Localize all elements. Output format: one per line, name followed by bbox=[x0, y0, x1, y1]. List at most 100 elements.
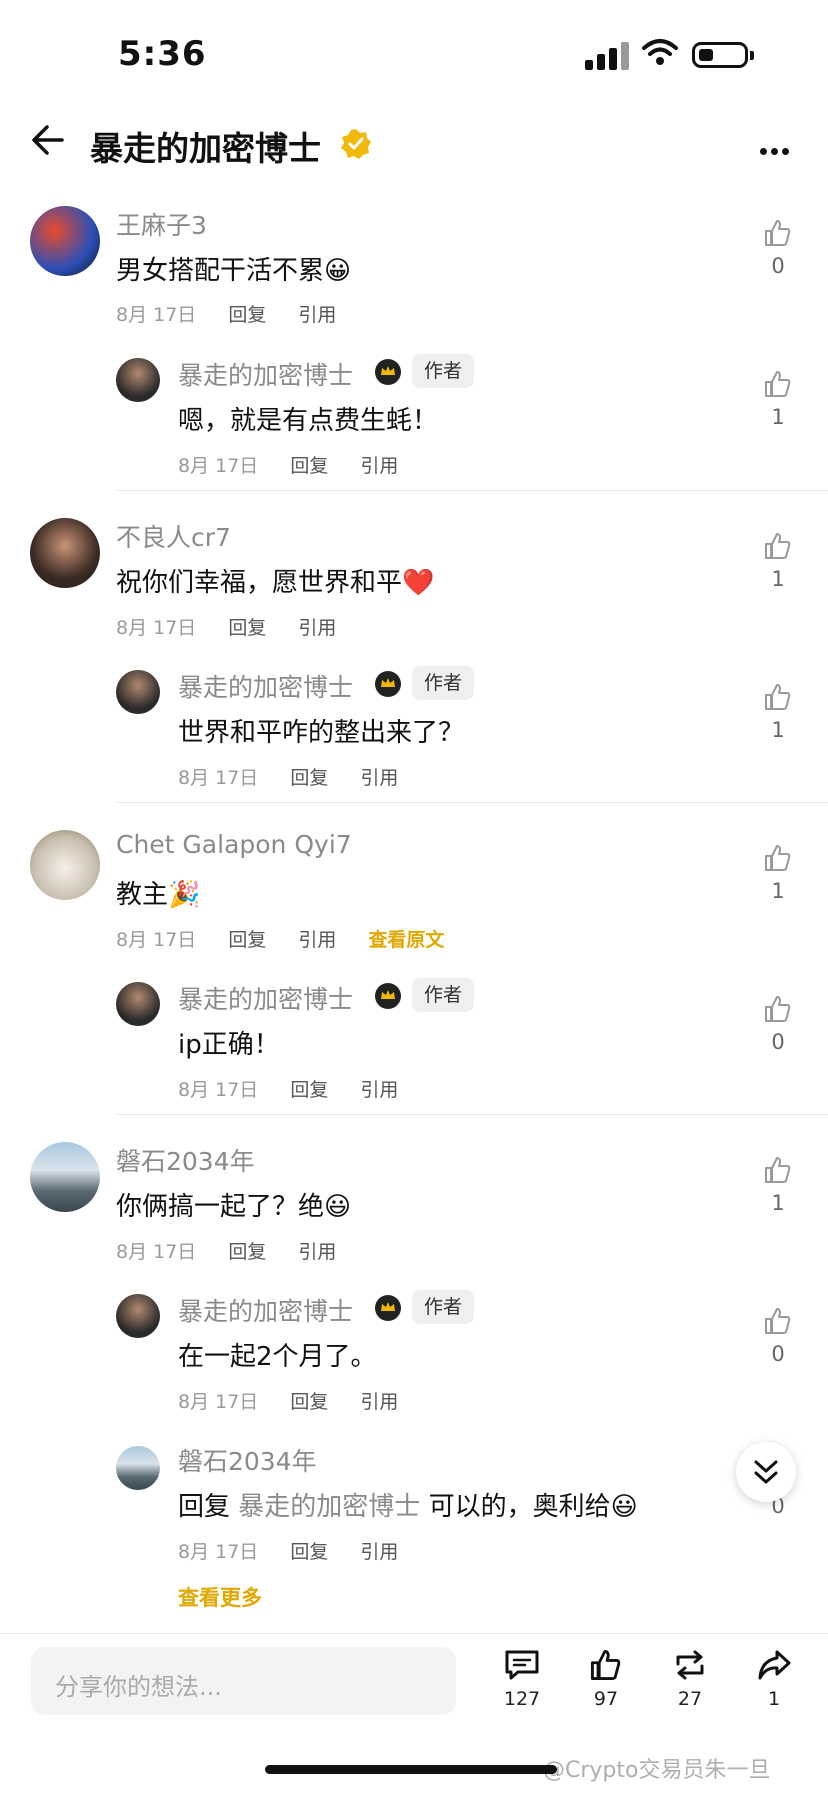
comment-date: 8月 17日 bbox=[116, 304, 197, 326]
home-indicator bbox=[265, 1765, 557, 1774]
comment-meta: 8月 17日 回复 引用 bbox=[116, 1237, 336, 1264]
reply-meta: 8月 17日 回复 引用 bbox=[178, 763, 398, 790]
avatar[interactable] bbox=[116, 1294, 160, 1338]
avatar[interactable] bbox=[30, 830, 100, 900]
avatar[interactable] bbox=[30, 518, 100, 588]
like-button[interactable]: 1 bbox=[758, 843, 798, 903]
quote-button[interactable]: 引用 bbox=[298, 929, 336, 951]
like-button[interactable]: 0 bbox=[758, 1306, 798, 1366]
comment-input-placeholder: 分享你的想法... bbox=[55, 1673, 222, 1701]
reply-date: 8月 17日 bbox=[178, 1079, 259, 1101]
quote-button[interactable]: 引用 bbox=[360, 1541, 398, 1563]
thumbs-up-icon bbox=[765, 533, 791, 559]
avatar[interactable] bbox=[116, 982, 160, 1026]
reply-button[interactable]: 回复 bbox=[290, 455, 328, 477]
comment-date: 8月 17日 bbox=[116, 929, 197, 951]
comment-date: 8月 17日 bbox=[116, 617, 197, 639]
author-tag: 作者 bbox=[412, 666, 475, 700]
avatar[interactable] bbox=[116, 358, 160, 402]
creator-badge-icon bbox=[375, 983, 401, 1009]
comment-text: 你俩搞一起了？绝😃 bbox=[116, 1192, 352, 1222]
comment-date: 8月 17日 bbox=[116, 1241, 197, 1263]
like-button[interactable]: 0 bbox=[758, 218, 798, 278]
reply-button[interactable]: 回复 bbox=[290, 1391, 328, 1413]
thumbs-up-icon bbox=[765, 220, 791, 246]
thumbs-up-icon bbox=[765, 845, 791, 871]
avatar[interactable] bbox=[30, 1142, 100, 1212]
thumbs-up-icon bbox=[765, 996, 791, 1022]
comment-username[interactable]: 磐石2034年 bbox=[116, 1142, 255, 1178]
like-count: 0 bbox=[771, 1030, 785, 1054]
reply-text: ip正确！ bbox=[178, 1030, 280, 1060]
see-more-replies-button[interactable]: 查看更多 bbox=[178, 1582, 262, 1612]
like-count: 0 bbox=[771, 254, 785, 278]
creator-badge-icon bbox=[375, 1295, 401, 1321]
like-button[interactable]: 1 bbox=[758, 1155, 798, 1215]
reply-button[interactable]: 回复 bbox=[228, 617, 266, 639]
thumbs-up-icon bbox=[765, 371, 791, 397]
like-button[interactable]: 1 bbox=[758, 531, 798, 591]
author-tag: 作者 bbox=[412, 1290, 475, 1324]
likes-count: 97 bbox=[593, 1688, 619, 1710]
quote-button[interactable]: 引用 bbox=[360, 1079, 398, 1101]
collapse-button[interactable] bbox=[736, 1442, 796, 1502]
reply-date: 8月 17日 bbox=[178, 1391, 259, 1413]
like-count: 1 bbox=[771, 879, 785, 903]
reply-button[interactable]: 回复 bbox=[290, 767, 328, 789]
creator-badge-icon bbox=[375, 359, 401, 385]
quote-button[interactable]: 引用 bbox=[298, 304, 336, 326]
quote-button[interactable]: 引用 bbox=[298, 617, 336, 639]
shares-count: 1 bbox=[767, 1688, 781, 1710]
like-button[interactable]: 0 bbox=[758, 994, 798, 1054]
header: 暴走的加密博士 bbox=[0, 100, 828, 190]
thumbs-up-icon bbox=[590, 1649, 621, 1681]
avatar[interactable] bbox=[116, 670, 160, 714]
like-count: 1 bbox=[771, 405, 785, 429]
reply-button[interactable]: 回复 bbox=[228, 1241, 266, 1263]
repost-icon bbox=[676, 1650, 704, 1680]
quote-button[interactable]: 引用 bbox=[360, 455, 398, 477]
reply-button[interactable]: 回复 bbox=[290, 1079, 328, 1101]
avatar[interactable] bbox=[30, 206, 100, 276]
reply-username[interactable]: 暴走的加密博士 bbox=[178, 668, 353, 704]
reply-text: 回复 暴走的加密博士 可以的，奥利给😃 bbox=[178, 1486, 638, 1523]
comment-icon bbox=[505, 1650, 539, 1680]
comment-text: 男女搭配干活不累😀 bbox=[116, 256, 352, 286]
reposts-count: 27 bbox=[677, 1688, 703, 1710]
reply-username[interactable]: 暴走的加密博士 bbox=[178, 356, 353, 392]
comment-username[interactable]: Chet Galapon Qyi7 bbox=[116, 830, 352, 859]
reply-button[interactable]: 回复 bbox=[290, 1541, 328, 1563]
more-options-icon[interactable] bbox=[760, 140, 793, 159]
thumbs-up-icon bbox=[765, 1308, 791, 1334]
status-time: 5:36 bbox=[118, 34, 207, 74]
like-button[interactable]: 1 bbox=[758, 682, 798, 742]
page-title: 暴走的加密博士 bbox=[90, 129, 321, 168]
reply-prefix: 回复 bbox=[178, 1492, 231, 1522]
reply-username[interactable]: 暴走的加密博士 bbox=[178, 980, 353, 1016]
mention-link[interactable]: 暴走的加密博士 bbox=[238, 1492, 420, 1522]
avatar[interactable] bbox=[116, 1446, 160, 1490]
comment-username[interactable]: 不良人cr7 bbox=[116, 518, 231, 554]
quote-button[interactable]: 引用 bbox=[360, 1391, 398, 1413]
reply-button[interactable]: 回复 bbox=[228, 304, 266, 326]
comment-meta: 8月 17日 回复 引用 查看原文 bbox=[116, 925, 444, 952]
comment-meta: 8月 17日 回复 引用 bbox=[116, 300, 336, 327]
reply-username[interactable]: 暴走的加密博士 bbox=[178, 1292, 353, 1328]
comment-username[interactable]: 王麻子3 bbox=[116, 206, 207, 242]
view-original-button[interactable]: 查看原文 bbox=[368, 929, 444, 951]
verified-badge-icon bbox=[341, 129, 371, 159]
back-arrow-icon[interactable] bbox=[30, 123, 66, 157]
quote-button[interactable]: 引用 bbox=[298, 1241, 336, 1263]
comment-text: 教主🎉 bbox=[116, 880, 201, 910]
reply-meta: 8月 17日 回复 引用 bbox=[178, 1387, 398, 1414]
quote-button[interactable]: 引用 bbox=[360, 767, 398, 789]
comment-input[interactable]: 分享你的想法... bbox=[31, 1647, 456, 1715]
comments-button[interactable]: 127 bbox=[492, 1648, 552, 1710]
cellular-signal-icon bbox=[585, 40, 631, 70]
like-post-button[interactable]: 97 bbox=[576, 1648, 636, 1710]
reply-button[interactable]: 回复 bbox=[228, 929, 266, 951]
repost-button[interactable]: 27 bbox=[660, 1648, 720, 1710]
share-button[interactable]: 1 bbox=[744, 1648, 804, 1710]
reply-username[interactable]: 磐石2034年 bbox=[178, 1442, 317, 1478]
like-button[interactable]: 1 bbox=[758, 369, 798, 429]
